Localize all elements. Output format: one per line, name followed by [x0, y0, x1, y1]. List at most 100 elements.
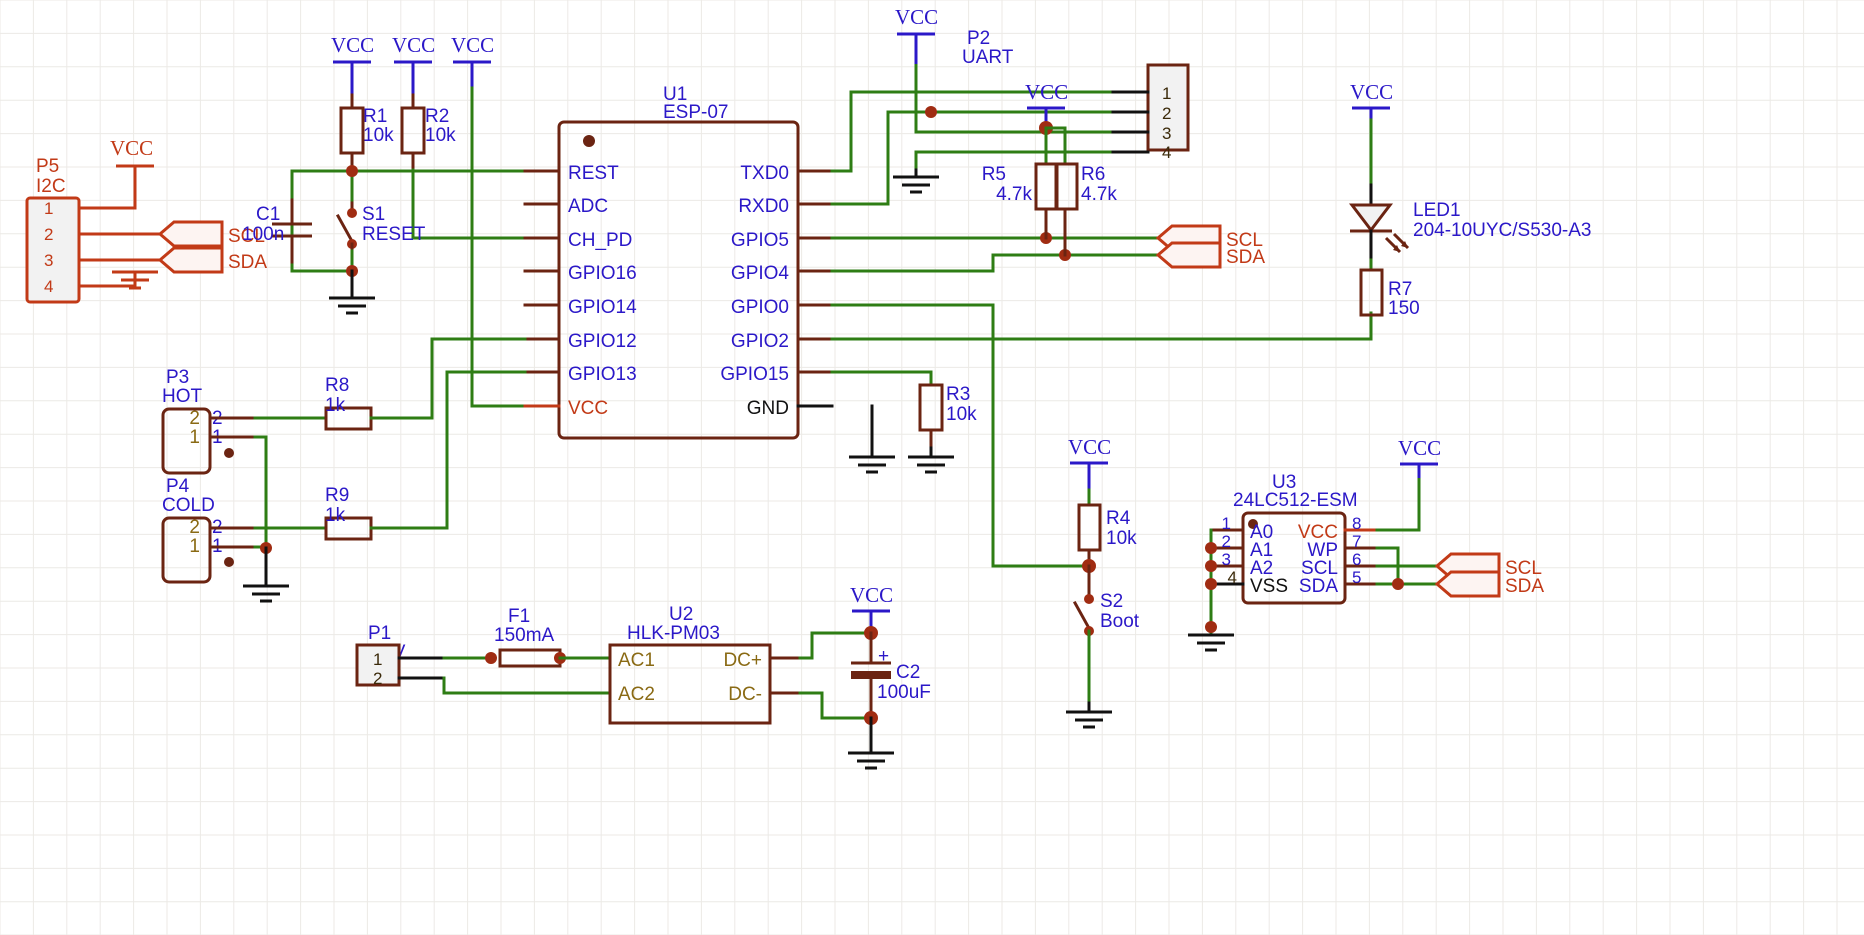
r5-value: 4.7k — [996, 184, 1032, 205]
u2-pin-ac1-label: AC1 — [618, 650, 655, 671]
p5-pin-1-num: 1 — [44, 199, 53, 218]
p3-pin1-marker — [224, 448, 234, 458]
p2-pin-4-num: 4 — [1162, 143, 1171, 162]
u1-pin-gpio12-label: GPIO12 — [568, 331, 637, 352]
p3-pinname-1: 1 — [189, 427, 200, 448]
f1-value: 150mA — [494, 625, 555, 646]
u3-pinnum-3: 3 — [1222, 550, 1231, 569]
u1-pin1-marker — [583, 135, 595, 147]
schematic-sheet: P5 I2C 1 2 3 4 VCC SCL SDA VCC VCC VCC R… — [0, 0, 1864, 935]
r3-value: 10k — [946, 404, 977, 425]
vcc-r5r6-label: VCC — [1025, 80, 1068, 104]
r2-ref: R2 — [425, 106, 449, 127]
r9-value: 1k — [325, 505, 346, 526]
p4-pinname-1: 1 — [189, 536, 200, 557]
r7-value: 150 — [1388, 298, 1420, 319]
net-flag-u3-sda[interactable]: SDA — [1434, 570, 1544, 598]
r6-ref: R6 — [1081, 164, 1105, 185]
s1-value: RESET — [362, 224, 426, 245]
c2-polarity: + — [878, 646, 889, 667]
vcc-r2-label: VCC — [392, 33, 435, 57]
p2-ref: P2 — [967, 28, 990, 49]
c2-value: 100uF — [877, 682, 931, 703]
r8-ref: R8 — [325, 375, 349, 396]
vcc-u3-label: VCC — [1398, 436, 1441, 460]
junction-u3-wp-sda — [1392, 578, 1404, 590]
p4-ref: P4 — [166, 476, 190, 497]
u2-pin-dcp-label: DC+ — [723, 650, 762, 671]
u1-pin-gpio13-label: GPIO13 — [568, 364, 637, 385]
net-flag-p5-sda[interactable]: SDA — [157, 246, 267, 274]
p5-value: I2C — [36, 176, 66, 197]
junction-p2 — [925, 106, 937, 118]
u1-pin-gpio4-label: GPIO4 — [731, 263, 790, 284]
vcc-p2-label: VCC — [895, 5, 938, 29]
r5-ref: R5 — [982, 164, 1006, 185]
u1-pin-gpio2-label: GPIO2 — [731, 331, 789, 352]
s2-terminal-top — [1084, 594, 1094, 604]
u2-ref: U2 — [669, 604, 693, 625]
junction-reset — [346, 165, 358, 177]
vcc-r1-label: VCC — [331, 33, 374, 57]
p3-pinname-2: 2 — [189, 408, 200, 429]
junction-u3-a1 — [1205, 542, 1217, 554]
p5-sda-label: SDA — [228, 252, 267, 273]
u1-pin-rxd0-label: RXD0 — [738, 196, 789, 217]
p1-pin-1-num: 1 — [373, 650, 382, 669]
u1-value: ESP-07 — [663, 102, 728, 123]
u3-pinnum-7: 7 — [1352, 532, 1361, 551]
vcc-c2-label: VCC — [850, 583, 893, 607]
r7-ref: R7 — [1388, 279, 1412, 300]
u3-pinnum-8: 8 — [1352, 514, 1361, 533]
vcc-p5-label: VCC — [110, 136, 153, 160]
junction-u3-a2 — [1205, 560, 1217, 572]
net-flag-esp-sda[interactable]: SDA — [1155, 241, 1265, 269]
u3-pinnum-6: 6 — [1352, 550, 1361, 569]
u1-pin-gpio0-label: GPIO0 — [731, 297, 789, 318]
u3-pinnum-2: 2 — [1222, 532, 1231, 551]
r8-value: 1k — [325, 395, 346, 416]
s1-terminal-top — [347, 208, 357, 218]
led1-ref: LED1 — [1413, 200, 1461, 221]
u1-pin-chpd-label: CH_PD — [568, 230, 632, 251]
c2-ref: C2 — [896, 662, 920, 683]
vcc-esp-label: VCC — [451, 33, 494, 57]
p5-pin-2-num: 2 — [44, 225, 53, 244]
vcc-led-label: VCC — [1350, 80, 1393, 104]
u2-pin-ac2-label: AC2 — [618, 684, 655, 705]
r3-ref: R3 — [946, 384, 970, 405]
c1-value: 100n — [242, 224, 284, 245]
u2-value: HLK-PM03 — [627, 623, 720, 644]
u2-pin-dcn-label: DC- — [728, 684, 762, 705]
c1-ref: C1 — [256, 204, 280, 225]
r9-ref: R9 — [325, 485, 349, 506]
p5-pin-4-num: 4 — [44, 277, 53, 296]
p2-pin-3-num: 3 — [1162, 124, 1171, 143]
p4-pinname-2: 2 — [189, 517, 200, 538]
r4-ref: R4 — [1106, 508, 1131, 529]
r6-value: 4.7k — [1081, 184, 1117, 205]
p4-pin1-marker — [224, 557, 234, 567]
u1-pin-gpio15-label: GPIO15 — [720, 364, 789, 385]
p1-pin-2-num: 2 — [373, 669, 382, 688]
u3-pinnum-5: 5 — [1352, 568, 1361, 587]
background-grid — [0, 0, 1864, 935]
u1-pin-gpio14-label: GPIO14 — [568, 297, 637, 318]
esp-sda-label: SDA — [1226, 247, 1265, 268]
f1-ref: F1 — [508, 606, 530, 627]
u1-pin-adc-label: ADC — [568, 196, 608, 217]
r1-value: 10k — [363, 125, 394, 146]
junction-u3-vss — [1205, 578, 1217, 590]
p2-value: UART — [962, 47, 1014, 68]
u3-pinnum-4: 4 — [1228, 568, 1237, 587]
r2-value: 10k — [425, 125, 456, 146]
r1-ref: R1 — [363, 106, 387, 127]
r4-value: 10k — [1106, 528, 1137, 549]
p5-pin-3-num: 3 — [44, 251, 53, 270]
u1-pin-vcc-label: VCC — [568, 398, 608, 419]
s2-value: Boot — [1100, 611, 1140, 632]
p5-ref: P5 — [36, 156, 59, 177]
vcc-r4-label: VCC — [1068, 435, 1111, 459]
u1-pin-gpio16-label: GPIO16 — [568, 263, 637, 284]
junction-u3-gnd — [1205, 621, 1217, 633]
